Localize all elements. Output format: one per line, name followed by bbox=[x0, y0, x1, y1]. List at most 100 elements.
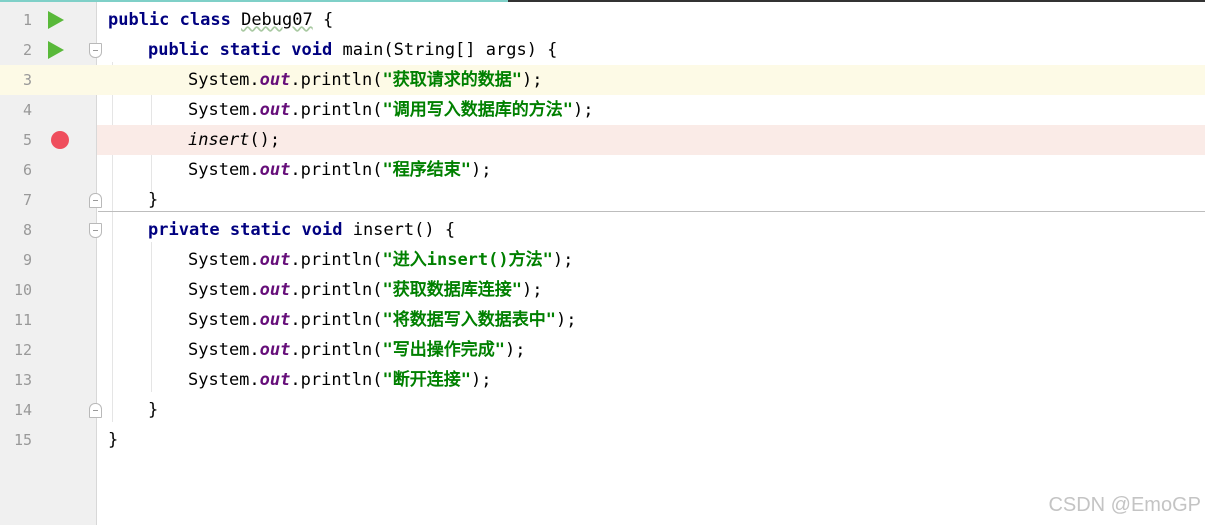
code-text[interactable]: public static void main(String[] args) { bbox=[148, 35, 557, 65]
code-text[interactable]: System.out.println("程序结束"); bbox=[188, 155, 491, 185]
fold-icon[interactable] bbox=[89, 43, 102, 58]
fold-icon[interactable] bbox=[89, 403, 102, 418]
line-number[interactable]: 6 bbox=[0, 155, 32, 185]
static-field: out bbox=[259, 370, 291, 390]
code-line-4[interactable]: 4 System.out.println("调用写入数据库的方法"); bbox=[0, 95, 1205, 125]
line-number[interactable]: 10 bbox=[0, 275, 32, 305]
keyword: private static void bbox=[148, 220, 343, 240]
code-token: ); bbox=[521, 70, 543, 90]
code-token: System. bbox=[188, 370, 260, 390]
code-line-8[interactable]: 8 private static void insert() { bbox=[0, 215, 1205, 245]
code-token: } bbox=[108, 430, 119, 450]
code-line-5-breakpoint[interactable]: 5 insert(); bbox=[0, 125, 1205, 155]
string-literal: "获取请求的数据" bbox=[382, 70, 522, 90]
code-line-3-current[interactable]: 3 System.out.println("获取请求的数据"); bbox=[0, 65, 1205, 95]
code-text[interactable]: } bbox=[148, 185, 158, 215]
code-token: System. bbox=[188, 250, 260, 270]
line-number[interactable]: 14 bbox=[0, 395, 32, 425]
code-line-2[interactable]: 2 public static void main(String[] args)… bbox=[0, 35, 1205, 65]
line-number[interactable]: 5 bbox=[0, 125, 32, 155]
code-text[interactable]: private static void insert() { bbox=[148, 215, 455, 245]
code-token: } bbox=[148, 400, 159, 420]
code-line-1[interactable]: 1 public class Debug07 { bbox=[0, 5, 1205, 35]
code-line-14[interactable]: 14 } bbox=[0, 395, 1205, 425]
line-number[interactable]: 4 bbox=[0, 95, 32, 125]
line-number[interactable]: 13 bbox=[0, 365, 32, 395]
code-token: System. bbox=[188, 70, 260, 90]
fold-icon[interactable] bbox=[89, 193, 102, 208]
code-line-6[interactable]: 6 System.out.println("程序结束"); bbox=[0, 155, 1205, 185]
string-literal: "进入insert()方法" bbox=[382, 250, 553, 270]
fold-icon[interactable] bbox=[89, 223, 102, 238]
class-name: Debug07 bbox=[241, 10, 313, 30]
code-text[interactable]: System.out.println("进入insert()方法"); bbox=[188, 245, 573, 275]
static-field: out bbox=[259, 100, 291, 120]
code-line-11[interactable]: 11 System.out.println("将数据写入数据表中"); bbox=[0, 305, 1205, 335]
line-number[interactable]: 1 bbox=[0, 5, 32, 35]
code-line-7[interactable]: 7 } bbox=[0, 185, 1205, 215]
code-token: .println( bbox=[290, 100, 383, 120]
static-field: out bbox=[259, 160, 291, 180]
breakpoint-icon[interactable] bbox=[51, 131, 69, 149]
method-call: insert bbox=[188, 130, 250, 150]
code-token: .println( bbox=[290, 370, 383, 390]
line-number[interactable]: 2 bbox=[0, 35, 32, 65]
keyword: public static void bbox=[148, 40, 333, 60]
code-text[interactable]: System.out.println("断开连接"); bbox=[188, 365, 491, 395]
run-gutter-icon[interactable] bbox=[48, 41, 64, 59]
line-number[interactable]: 3 bbox=[0, 65, 32, 95]
string-literal: "断开连接" bbox=[382, 370, 471, 390]
code-token: ); bbox=[470, 370, 492, 390]
code-token: ); bbox=[470, 160, 492, 180]
code-token: System. bbox=[188, 100, 260, 120]
code-text[interactable]: System.out.println("获取请求的数据"); bbox=[188, 65, 542, 95]
string-literal: "程序结束" bbox=[382, 160, 471, 180]
code-token: System. bbox=[188, 280, 260, 300]
static-field: out bbox=[259, 340, 291, 360]
string-literal: "调用写入数据库的方法" bbox=[382, 100, 573, 120]
code-token: (); bbox=[249, 130, 281, 150]
code-line-10[interactable]: 10 System.out.println("获取数据库连接"); bbox=[0, 275, 1205, 305]
code-text[interactable]: } bbox=[108, 425, 118, 455]
string-literal: "写出操作完成" bbox=[382, 340, 505, 360]
editor-top-border bbox=[0, 0, 1205, 2]
code-token: .println( bbox=[290, 70, 383, 90]
code-token: ); bbox=[572, 100, 594, 120]
code-text[interactable]: System.out.println("获取数据库连接"); bbox=[188, 275, 542, 305]
code-text[interactable]: public class Debug07 { bbox=[108, 5, 333, 35]
code-text[interactable]: } bbox=[148, 395, 158, 425]
code-token: main(String[] args) { bbox=[332, 40, 558, 60]
code-text[interactable]: System.out.println("调用写入数据库的方法"); bbox=[188, 95, 593, 125]
line-number[interactable]: 7 bbox=[0, 185, 32, 215]
code-token: ); bbox=[552, 250, 574, 270]
line-number[interactable]: 9 bbox=[0, 245, 32, 275]
static-field: out bbox=[259, 310, 291, 330]
code-line-9[interactable]: 9 System.out.println("进入insert()方法"); bbox=[0, 245, 1205, 275]
string-literal: "将数据写入数据表中" bbox=[382, 310, 556, 330]
code-token: System. bbox=[188, 310, 260, 330]
code-token: System. bbox=[188, 340, 260, 360]
code-token: insert() { bbox=[342, 220, 456, 240]
code-text[interactable]: System.out.println("将数据写入数据表中"); bbox=[188, 305, 576, 335]
code-line-15[interactable]: 15 } bbox=[0, 425, 1205, 455]
code-token: ); bbox=[504, 340, 526, 360]
code-token: .println( bbox=[290, 250, 383, 270]
line-number[interactable]: 12 bbox=[0, 335, 32, 365]
code-text[interactable]: System.out.println("写出操作完成"); bbox=[188, 335, 525, 365]
string-literal: "获取数据库连接" bbox=[382, 280, 522, 300]
code-editor[interactable]: 1 public class Debug07 { 2 public static… bbox=[0, 0, 1205, 525]
code-token: .println( bbox=[290, 340, 383, 360]
static-field: out bbox=[259, 70, 291, 90]
line-number[interactable]: 8 bbox=[0, 215, 32, 245]
keyword: public class bbox=[108, 10, 231, 30]
code-text[interactable]: insert(); bbox=[188, 125, 280, 155]
code-line-13[interactable]: 13 System.out.println("断开连接"); bbox=[0, 365, 1205, 395]
code-token: ); bbox=[555, 310, 577, 330]
run-gutter-icon[interactable] bbox=[48, 11, 64, 29]
line-number[interactable]: 15 bbox=[0, 425, 32, 455]
line-number[interactable]: 11 bbox=[0, 305, 32, 335]
static-field: out bbox=[259, 280, 291, 300]
code-token: .println( bbox=[290, 280, 383, 300]
code-line-12[interactable]: 12 System.out.println("写出操作完成"); bbox=[0, 335, 1205, 365]
